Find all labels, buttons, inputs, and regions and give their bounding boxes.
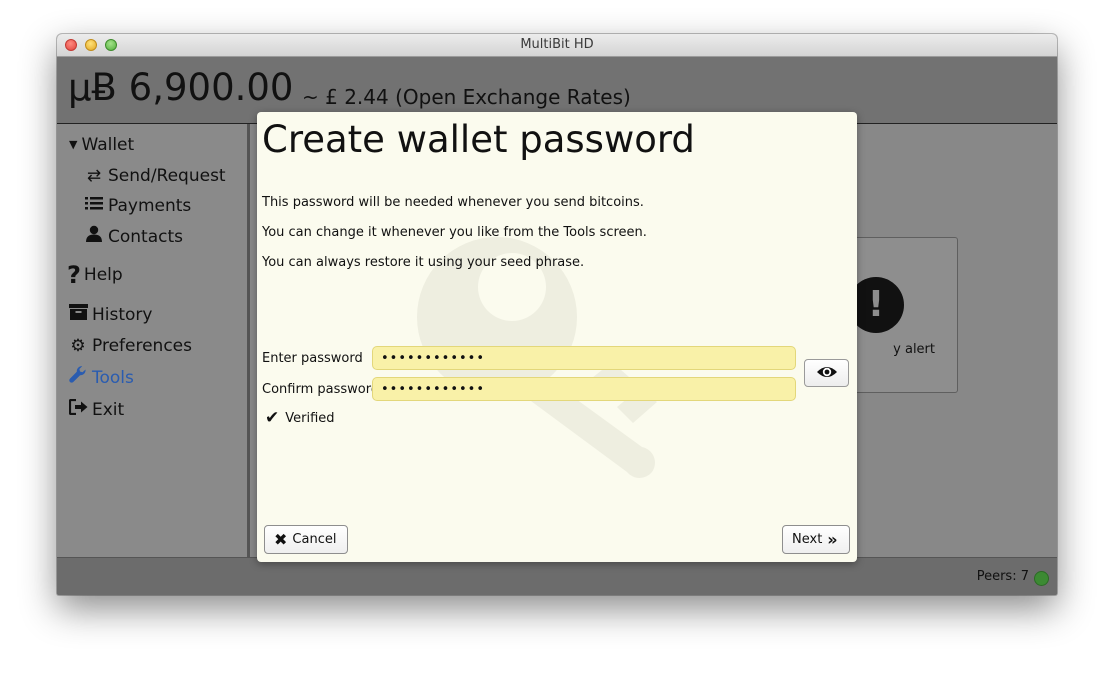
cancel-label: Cancel: [292, 532, 337, 547]
balance-primary: µɃ 6,900.00: [68, 66, 294, 109]
double-chevron-right-icon: »: [827, 530, 838, 549]
sidebar-item-send-request[interactable]: ⇄ Send/Request: [83, 163, 226, 189]
sidebar-item-label: Help: [83, 265, 123, 285]
sidebar-item-exit[interactable]: Exit: [67, 397, 124, 423]
list-icon: [83, 193, 105, 219]
status-bar: Peers: 7: [57, 557, 1057, 595]
sidebar-item-label: Wallet: [81, 135, 135, 155]
user-icon: [83, 224, 105, 250]
gears-icon: ⚙: [70, 336, 86, 356]
sidebar-item-preferences[interactable]: ⚙ Preferences: [67, 333, 192, 359]
close-icon: ✖: [274, 530, 288, 549]
verified-status: ✔ Verified: [265, 408, 335, 428]
sidebar-item-payments[interactable]: Payments: [83, 193, 191, 219]
show-password-button[interactable]: [804, 359, 849, 387]
title-bar: MultiBit HD: [57, 34, 1057, 57]
dialog-info-line: This password will be needed whenever yo…: [262, 195, 644, 210]
sidebar-item-tools[interactable]: Tools: [67, 365, 134, 391]
dialog-info-line: You can change it whenever you like from…: [262, 225, 647, 240]
verified-label: Verified: [285, 410, 335, 426]
next-label: Next: [792, 532, 823, 547]
confirm-password-field[interactable]: [372, 377, 796, 401]
sidebar-item-history[interactable]: History: [67, 302, 152, 328]
peers-count: Peers: 7: [976, 569, 1029, 584]
enter-password-label: Enter password: [262, 351, 363, 366]
enter-password-field[interactable]: [372, 346, 796, 370]
cancel-button[interactable]: ✖ Cancel: [264, 525, 348, 554]
sidebar-item-label: Contacts: [108, 227, 183, 247]
dialog-info-line: You can always restore it using your see…: [262, 255, 585, 270]
sidebar-item-label: Tools: [92, 368, 134, 388]
sign-out-icon: [67, 397, 89, 423]
sidebar-item-label: Exit: [92, 400, 125, 420]
sidebar-item-label: Send/Request: [108, 166, 226, 186]
sidebar-item-label: Preferences: [92, 336, 192, 356]
sidebar: ▼ Wallet ⇄ Send/Request Payments Contact…: [57, 124, 247, 557]
dialog-title: Create wallet password: [262, 118, 695, 161]
window-title: MultiBit HD: [520, 37, 594, 52]
create-password-dialog: Create wallet password This password wil…: [257, 112, 857, 562]
confirm-password-label: Confirm password: [262, 382, 380, 397]
sidebar-item-label: Payments: [108, 196, 192, 216]
check-icon: ✔: [265, 408, 280, 428]
question-icon: ?: [67, 261, 81, 289]
balance-fiat: ~ £ 2.44 (Open Exchange Rates): [302, 85, 631, 109]
sidebar-item-wallet[interactable]: ▼ Wallet: [69, 132, 134, 158]
network-status-icon: [1034, 571, 1049, 586]
eye-icon: [816, 364, 838, 383]
key-watermark-icon: [417, 237, 657, 479]
sidebar-item-help[interactable]: ? Help: [67, 262, 123, 288]
exchange-icon: ⇄: [86, 166, 102, 186]
sidebar-item-label: History: [92, 305, 153, 325]
wrench-icon: [67, 365, 89, 391]
archive-icon: [67, 302, 89, 328]
next-button[interactable]: Next »: [782, 525, 850, 554]
sidebar-item-contacts[interactable]: Contacts: [83, 224, 183, 250]
caret-down-icon: ▼: [69, 138, 78, 151]
